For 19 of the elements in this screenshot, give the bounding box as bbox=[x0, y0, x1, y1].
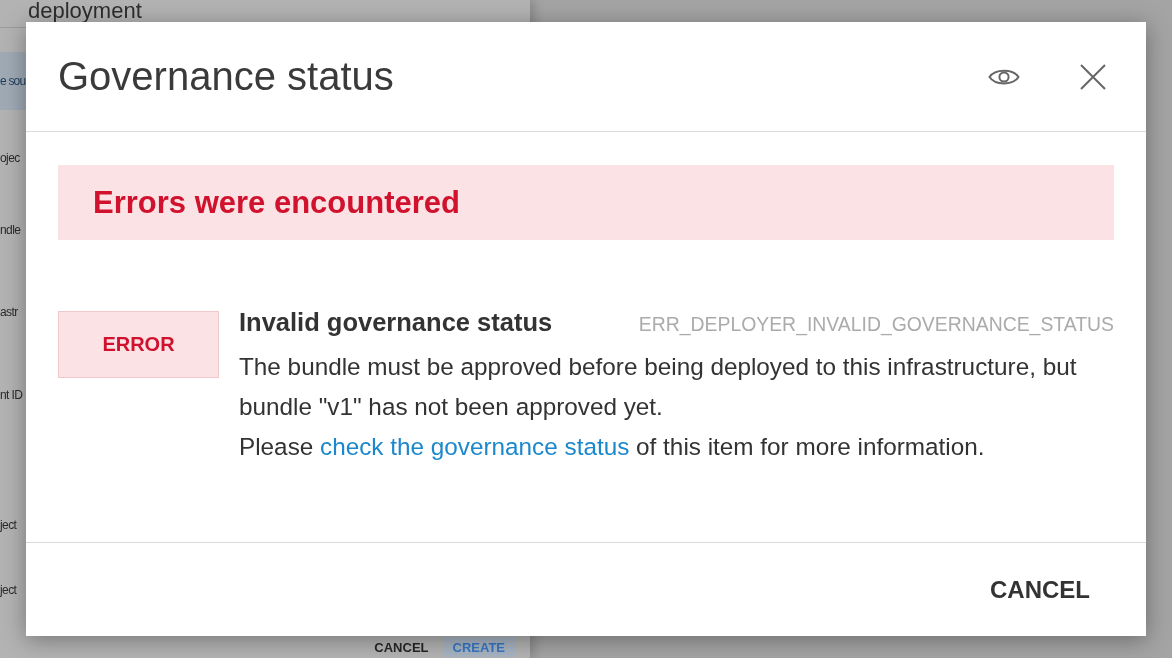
source-button[interactable]: e sou bbox=[0, 52, 26, 110]
message-description: The bundle must be approved before being deployed to this infrastructure, but bundle "v1" has not been approved yet. bbox=[239, 352, 1078, 422]
dialog-title: deployment bbox=[28, 0, 142, 21]
field-label: ject bbox=[0, 517, 17, 534]
cancel-button[interactable]: CANCEL bbox=[374, 637, 429, 657]
field-label: nt ID bbox=[0, 387, 23, 404]
dialog-title: Governance status bbox=[58, 54, 394, 99]
banner-text: Errors were encountered bbox=[93, 184, 460, 221]
cancel-button[interactable]: CANCEL bbox=[990, 571, 1090, 608]
field-label: astr bbox=[0, 304, 18, 321]
status-badge: ERROR bbox=[58, 311, 219, 378]
help-text: Please check the governance status of this item for more information. bbox=[239, 432, 986, 462]
close-icon[interactable] bbox=[1080, 63, 1106, 90]
field-label: ndle bbox=[0, 222, 21, 239]
governance-status-link[interactable]: check the governance status bbox=[320, 433, 630, 460]
field-label: ject bbox=[0, 582, 17, 599]
error-code: ERR_DEPLOYER_INVALID_GOVERNANCE_STATUS bbox=[638, 313, 1114, 336]
field-label: ojec bbox=[0, 150, 20, 167]
message-title: Invalid governance status bbox=[239, 307, 553, 338]
